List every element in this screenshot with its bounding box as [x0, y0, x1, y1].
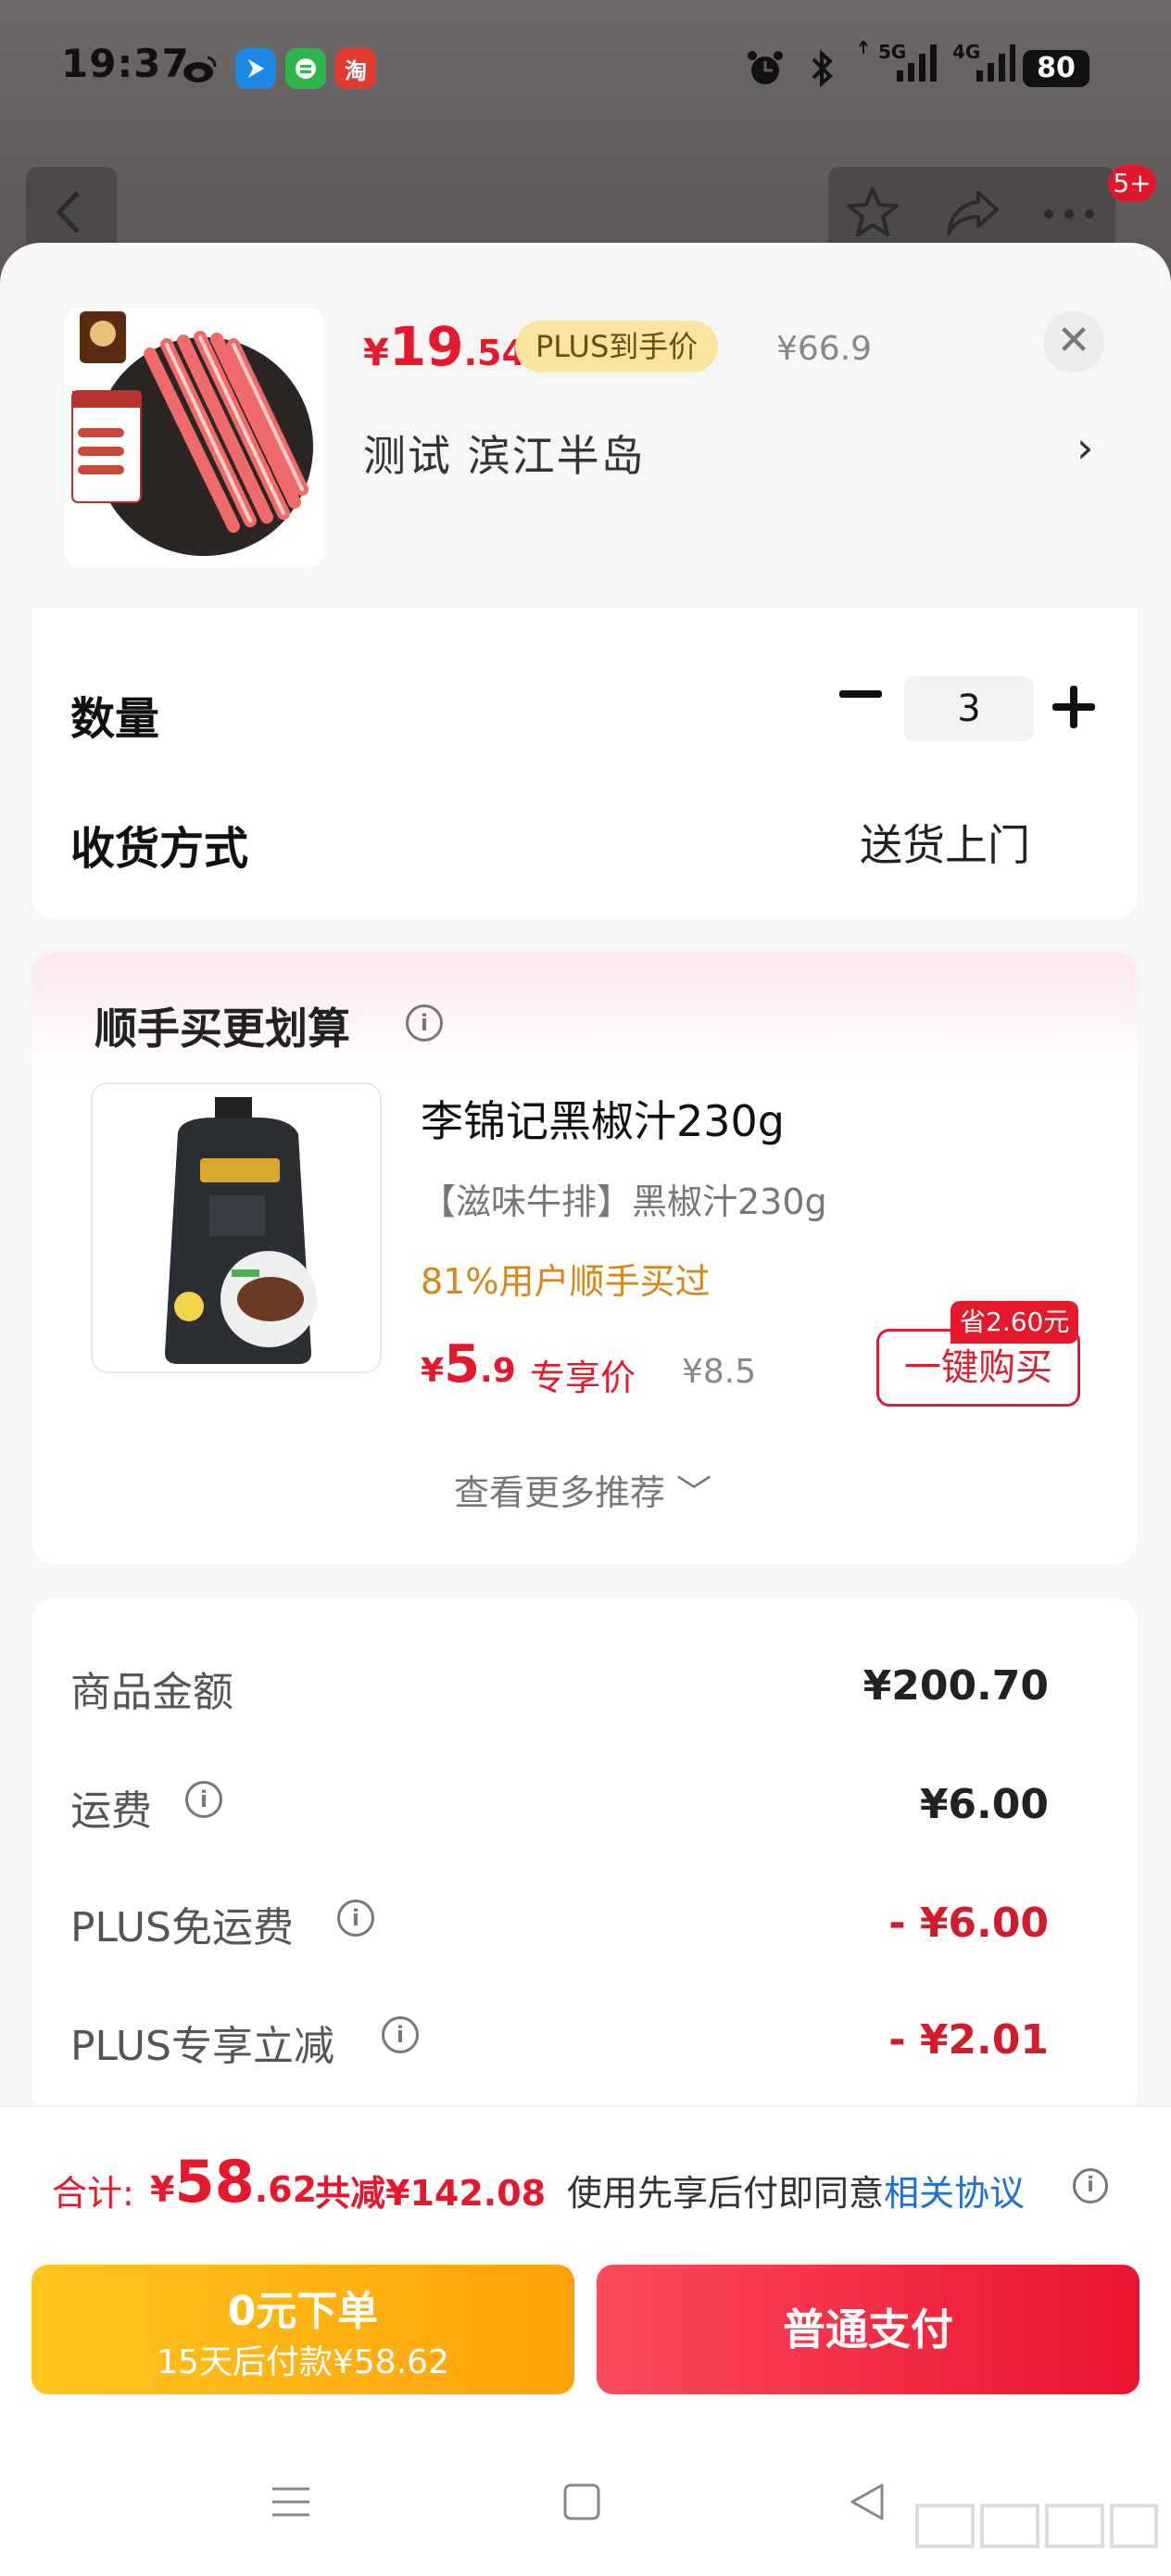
plus-discount-info-icon[interactable]: i	[382, 2016, 419, 2053]
goods-amount-label: 商品金额	[70, 1669, 233, 1716]
agreement-info-icon[interactable]: i	[1073, 2168, 1108, 2203]
delivery-method-label: 收货方式	[70, 823, 249, 875]
product-price: ¥19.54	[363, 315, 526, 378]
home-nav-icon[interactable]	[560, 2480, 604, 2528]
plus-free-shipping-label: PLUS免运费	[70, 1904, 294, 1951]
share-icon[interactable]	[943, 187, 1002, 241]
recommendation-title: 顺手买更划算	[94, 1004, 350, 1054]
agreement-text: 使用先享后付即同意相关协议	[567, 2165, 1025, 2216]
quantity-minus-button[interactable]	[839, 690, 882, 698]
recommendation-buy-rate: 81%用户顺手买过	[421, 1261, 711, 1302]
menu-nav-icon[interactable]	[269, 2480, 313, 2528]
original-price: ¥66.9	[776, 330, 873, 368]
back-nav-icon[interactable]	[845, 2480, 889, 2528]
price-integer: 19	[388, 315, 464, 378]
status-time: 19:37	[61, 41, 190, 86]
delivery-address[interactable]: 测试 滨江半岛	[363, 423, 646, 484]
plus-discount-label: PLUS专享立减	[70, 2023, 334, 2070]
close-button[interactable]: ✕	[1043, 311, 1104, 373]
plus-price-tag: PLUS到手价	[515, 321, 719, 373]
alarm-icon	[745, 48, 786, 93]
agreement-prefix: 使用先享后付即同意	[567, 2173, 885, 2214]
reco-price-decimal: .9	[480, 1352, 516, 1390]
delivery-method-value[interactable]: 送货上门	[860, 812, 1030, 873]
recommendation-item-name[interactable]: 李锦记黑椒汁230g	[421, 1088, 785, 1149]
plus-icon-bar	[1052, 703, 1095, 711]
shipping-fee-value: ¥6.00	[919, 1781, 1049, 1828]
recommendation-item-image[interactable]	[91, 1082, 382, 1373]
weibo-icon	[182, 52, 219, 85]
direction-app-icon	[235, 48, 276, 89]
close-icon: ✕	[1056, 317, 1091, 364]
shipping-info-icon[interactable]: i	[185, 1781, 222, 1818]
status-bar: 19:37 淘 5G 4G 80	[0, 0, 1171, 139]
total-decimal: .62	[254, 2169, 318, 2210]
recommendation-original-price: ¥8.5	[682, 1353, 757, 1391]
zero-down-order-button[interactable]: 0元下单 15天后付款¥58.62	[31, 2265, 574, 2394]
battery-indicator: 80	[1023, 50, 1089, 87]
agreement-link[interactable]: 相关协议	[884, 2173, 1025, 2214]
shipping-fee-label: 运费	[70, 1787, 152, 1835]
product-image	[65, 308, 324, 567]
zero-down-title: 0元下单	[227, 2288, 379, 2335]
total-label: 合计:	[52, 2173, 134, 2214]
goods-amount-value: ¥200.70	[863, 1662, 1049, 1710]
bluetooth-icon	[804, 46, 841, 95]
see-more-recommendations-link[interactable]: 查看更多推荐 ﹀	[454, 1464, 711, 1515]
savings-badge: 省2.60元	[951, 1301, 1079, 1344]
recommendation-item-subtitle: 【滋味牛排】黑椒汁230g	[421, 1181, 827, 1222]
total-currency: ¥	[150, 2169, 175, 2210]
plus-discount-value: - ¥2.01	[888, 2016, 1049, 2064]
chevron-right-icon[interactable]: ›	[1077, 423, 1093, 473]
notification-badge: 5+	[1108, 165, 1156, 202]
favorite-star-icon[interactable]	[845, 185, 900, 243]
quantity-input[interactable]: 3	[904, 676, 1034, 741]
zero-down-subtitle: 15天后付款¥58.62	[157, 2343, 449, 2381]
total-integer: 58	[174, 2148, 255, 2216]
quantity-label: 数量	[70, 693, 160, 745]
taobao-icon: 淘	[335, 48, 376, 89]
recommendation-price: ¥5.9	[421, 1334, 516, 1395]
reco-price-currency: ¥	[421, 1352, 445, 1390]
total-reduction: 共减¥142.08	[315, 2173, 547, 2214]
reco-price-integer: 5	[444, 1334, 481, 1395]
info-icon[interactable]: i	[406, 1004, 443, 1042]
exclusive-price-label: 专享价	[530, 1357, 636, 1398]
plus-free-shipping-value: - ¥6.00	[888, 1900, 1049, 1947]
normal-pay-button[interactable]: 普通支付	[597, 2265, 1140, 2394]
message-app-icon	[285, 48, 326, 89]
plus-shipping-info-icon[interactable]: i	[337, 1900, 374, 1937]
total-price: ¥58.62	[150, 2148, 317, 2216]
price-currency: ¥	[363, 332, 389, 374]
watermark-logo	[912, 2500, 1162, 2556]
more-dots-icon[interactable]	[1043, 206, 1095, 223]
